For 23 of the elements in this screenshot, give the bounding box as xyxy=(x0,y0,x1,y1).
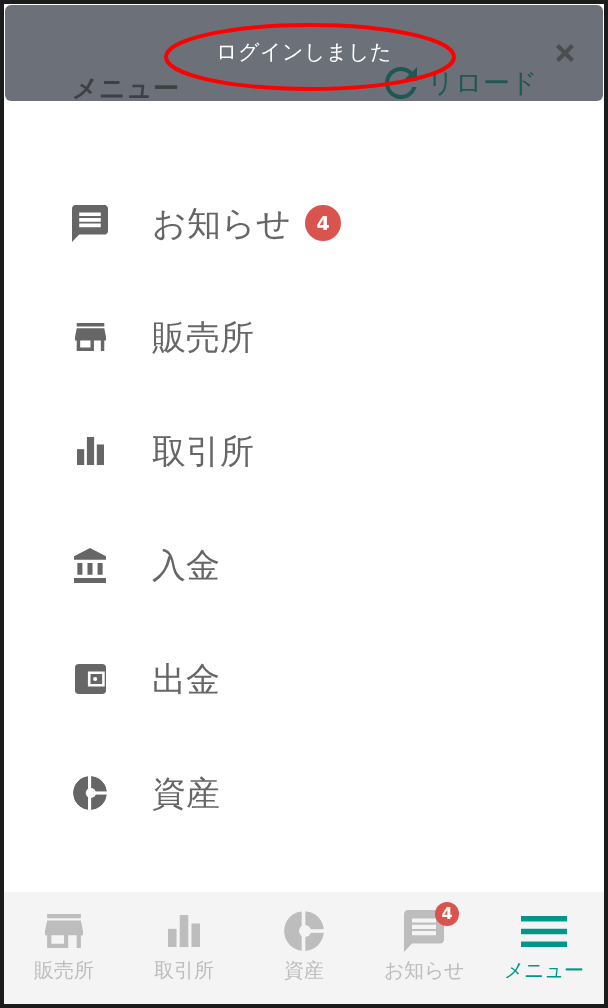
close-button[interactable] xyxy=(556,44,574,62)
menu-item[interactable]: 販売所 xyxy=(4,280,604,394)
menu-item[interactable]: 資産 xyxy=(4,736,604,850)
toast-message: ログインしました xyxy=(216,39,392,67)
unread-count-badge: 4 xyxy=(435,902,459,926)
menu-item[interactable]: 入金 xyxy=(4,508,604,622)
pie-chart-icon xyxy=(284,911,324,951)
close-icon xyxy=(556,44,574,62)
chat-icon xyxy=(404,910,444,952)
bar-chart-icon xyxy=(76,437,104,465)
bar-chart-icon xyxy=(168,915,200,947)
wallet-icon xyxy=(74,664,106,694)
chat-icon xyxy=(72,204,108,242)
menu-item[interactable]: 取引所 xyxy=(4,394,604,508)
menu-icon xyxy=(521,915,567,947)
store-icon xyxy=(45,914,83,948)
pie-chart-icon xyxy=(73,776,107,810)
unread-count-badge: 4 xyxy=(305,205,341,241)
tab-bar-item[interactable]: メニュー xyxy=(484,892,604,1004)
menu-item[interactable]: お知らせ 4 xyxy=(4,166,604,280)
menu-item[interactable]: 出金 xyxy=(4,622,604,736)
store-icon xyxy=(74,323,106,351)
bank-icon xyxy=(74,547,106,583)
